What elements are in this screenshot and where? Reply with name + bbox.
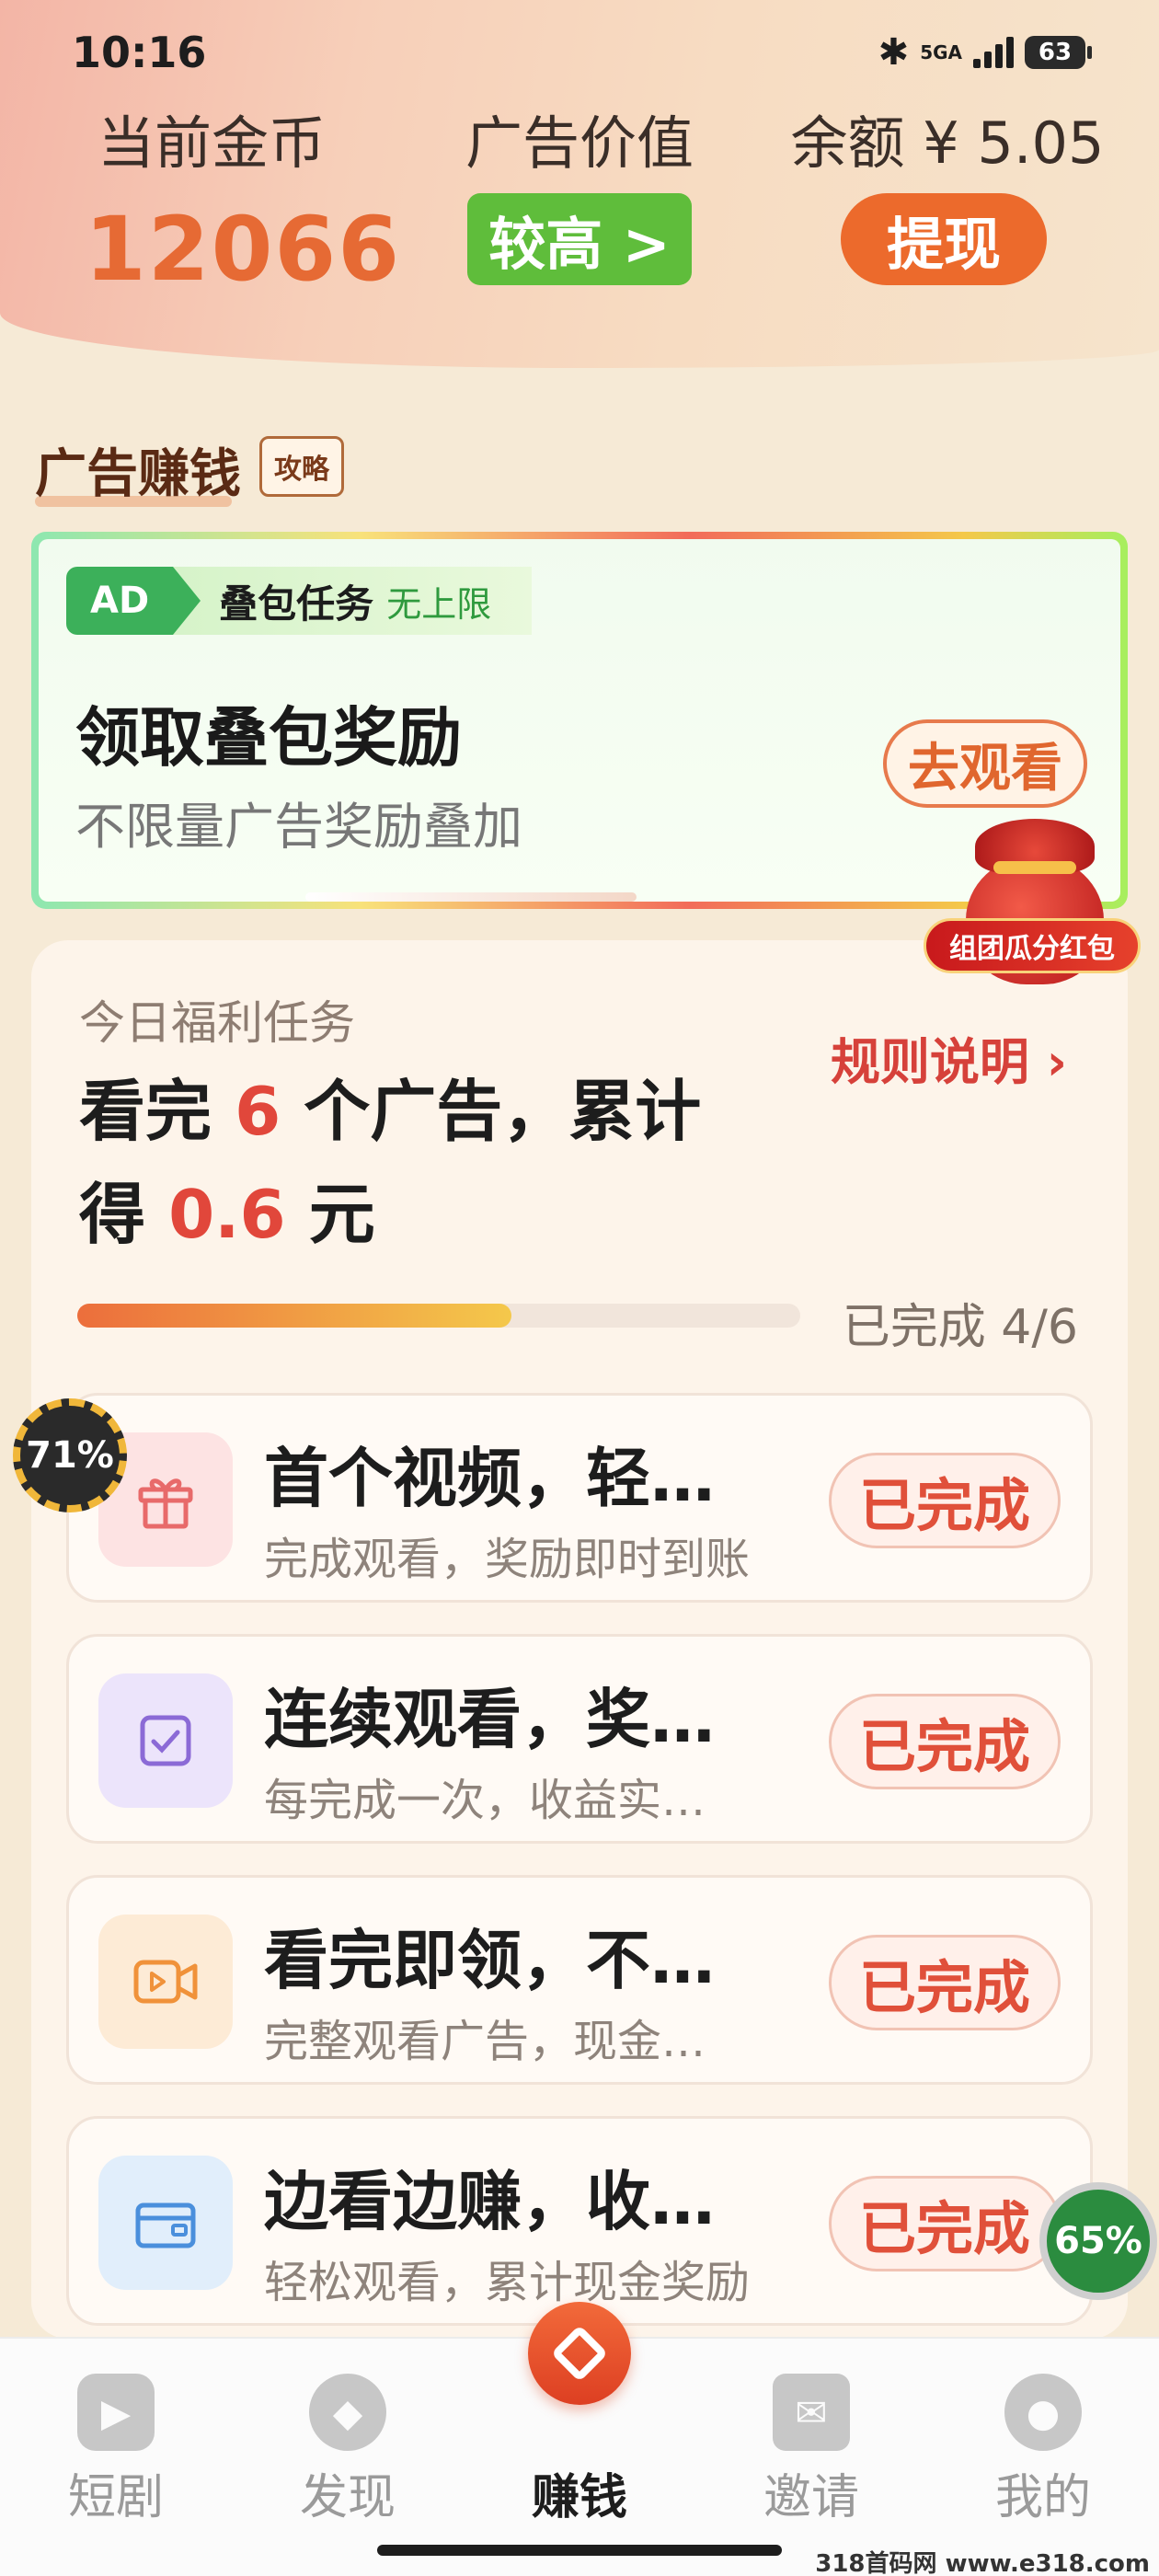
progress-ring-right[interactable]: 65% [1039, 2182, 1157, 2300]
home-indicator [377, 2545, 782, 2556]
play-icon: ▶ [77, 2374, 155, 2451]
red-envelope-label[interactable]: 组团瓜分红包 [924, 918, 1141, 973]
task-item[interactable]: 首个视频，轻… 完成观看，奖励即时到账 已完成 [66, 1393, 1093, 1603]
headline-text: 看完 [79, 1073, 235, 1150]
ad-value-stat: 广告价值 [405, 97, 754, 179]
balance-label: 余额 ¥ 5.05 [790, 109, 1105, 177]
earn-icon [528, 2302, 631, 2405]
task-title: 连续观看，奖… [264, 1682, 715, 1757]
headline-text: 得 [79, 1176, 169, 1253]
task-title: 首个视频，轻… [264, 1441, 715, 1516]
task-item[interactable]: 边看边赚，收… 轻松观看，累计现金奖励 已完成 [66, 2116, 1093, 2326]
progress-bar [77, 1304, 800, 1328]
ad-card-title: 领取叠包奖励 [75, 700, 462, 776]
ad-tag-row: AD 叠包任务 无上限 [66, 567, 533, 635]
task-desc: 完整观看广告，现金… [264, 2016, 706, 2067]
wallet-icon [135, 2202, 196, 2248]
task-icon-box [98, 2156, 233, 2290]
nav-label: 发现 [299, 2470, 396, 2525]
checkbox-icon [140, 1715, 191, 1766]
nav-item-discover[interactable]: ◆ 发现 [232, 2339, 464, 2525]
daily-task-panel: 今日福利任务 规则说明 › 看完 6 个广告，累计 得 0.6 元 已完成 4/… [31, 940, 1128, 2339]
nav-label: 我的 [994, 2470, 1091, 2525]
ad-value-button[interactable]: 较高 > [467, 193, 692, 285]
ad-task-name: 叠包任务 [219, 581, 374, 627]
video-icon [133, 1960, 198, 2004]
task-desc: 完成观看，奖励即时到账 [264, 1534, 751, 1585]
ad-card-subtitle: 不限量广告奖励叠加 [75, 798, 522, 856]
rules-link[interactable]: 规则说明 › [831, 1021, 1067, 1094]
headline-text: 元 [285, 1176, 375, 1253]
nav-item-drama[interactable]: ▶ 短剧 [0, 2339, 232, 2525]
gift-icon [138, 1478, 193, 1529]
task-item[interactable]: 看完即领，不… 完整观看广告，现金… 已完成 [66, 1875, 1093, 2085]
task-desc: 轻松观看，累计现金奖励 [264, 2257, 751, 2308]
task-item[interactable]: 连续观看，奖… 每完成一次，收益实… 已完成 [66, 1634, 1093, 1844]
headline-count: 6 [235, 1073, 281, 1150]
invite-icon: ✉ [773, 2374, 850, 2451]
coins-stat: 当前金币 [37, 97, 386, 179]
progress-text: 已完成 4/6 [842, 1300, 1078, 1355]
compass-icon: ◆ [309, 2374, 386, 2451]
ad-tag: AD [66, 567, 201, 635]
card-indicator [305, 892, 637, 902]
ad-value-label: 广告价值 [465, 109, 694, 177]
status-time: 10:16 [72, 28, 207, 77]
nav-item-profile[interactable]: ● 我的 [927, 2339, 1159, 2525]
task-icon-box [98, 1915, 233, 2049]
network-label: 5GA [920, 41, 962, 63]
nav-item-earn[interactable]: 赚钱 [464, 2302, 695, 2525]
withdraw-button[interactable]: 提现 [841, 193, 1047, 285]
task-title: 边看边赚，收… [264, 2164, 715, 2239]
task-title: 看完即领，不… [264, 1923, 715, 1998]
ad-task-limit: 无上限 [386, 583, 492, 625]
coins-label: 当前金币 [97, 109, 326, 177]
task-done-button[interactable]: 已完成 [829, 1694, 1061, 1789]
task-icon-box [98, 1673, 233, 1808]
battery-icon: 63 [1025, 36, 1092, 69]
coins-value: 12066 [85, 198, 401, 301]
status-bar: 10:16 ✱ 5GA 63 [0, 0, 1159, 101]
section-title: 广告赚钱 [35, 432, 241, 507]
bluetooth-icon: ✱ [878, 31, 910, 74]
headline-amount: 0.6 [168, 1176, 286, 1253]
daily-task-heading: 今日福利任务 [79, 996, 355, 1050]
nav-label: 赚钱 [531, 2470, 627, 2525]
guide-badge[interactable]: 攻略 [259, 436, 344, 497]
nav-label: 短剧 [67, 2470, 164, 2525]
task-done-button[interactable]: 已完成 [829, 1935, 1061, 2030]
nav-label: 邀请 [763, 2470, 859, 2525]
ad-tag-label: 叠包任务 无上限 [173, 567, 533, 635]
nav-item-invite[interactable]: ✉ 邀请 [695, 2339, 927, 2525]
balance-stat: 余额 ¥ 5.05 [773, 97, 1122, 179]
network-indicator: 5GA [920, 43, 962, 62]
status-icons: ✱ 5GA 63 [878, 31, 1092, 74]
headline-text: 个广告，累计 [281, 1073, 702, 1150]
task-done-button[interactable]: 已完成 [829, 2176, 1061, 2271]
progress-bar-fill [77, 1304, 511, 1328]
daily-task-headline: 看完 6 个广告，累计 得 0.6 元 [79, 1060, 815, 1266]
signal-icon [973, 37, 1014, 68]
watermark: 318首码网 www.e318.com [815, 2550, 1150, 2576]
bottom-nav: ▶ 短剧 ◆ 发现 赚钱 ✉ 邀请 ● 我的 [0, 2302, 1159, 2576]
progress-ring-left[interactable]: 71% [13, 1398, 127, 1512]
task-desc: 每完成一次，收益实… [264, 1775, 706, 1826]
task-done-button[interactable]: 已完成 [829, 1453, 1061, 1548]
watch-button[interactable]: 去观看 [883, 719, 1087, 808]
profile-icon: ● [1004, 2374, 1082, 2451]
